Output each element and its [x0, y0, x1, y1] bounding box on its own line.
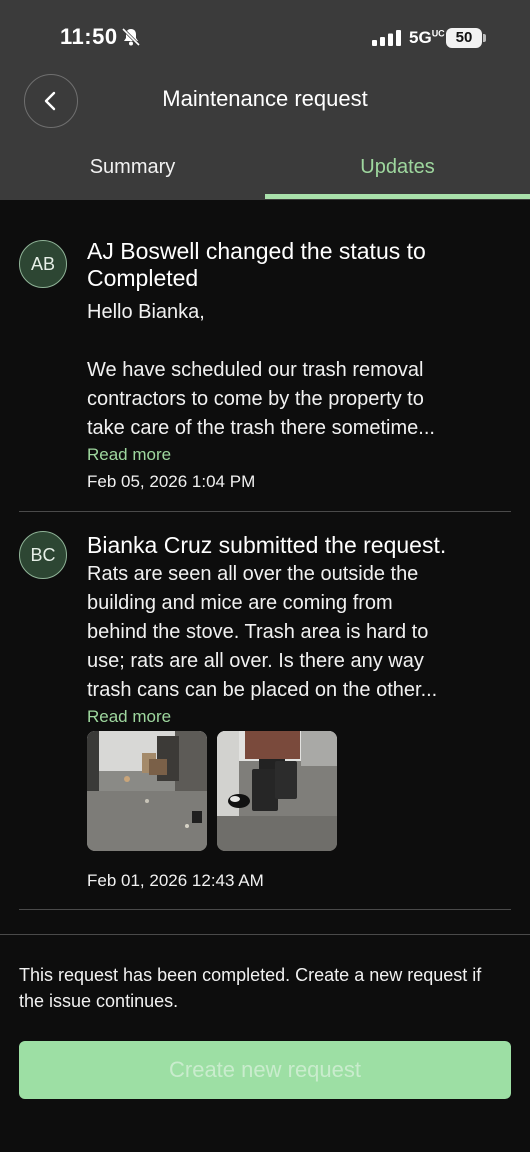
battery-tip	[483, 34, 486, 42]
create-new-request-button[interactable]: Create new request	[19, 1041, 511, 1099]
battery-level: 50	[455, 29, 473, 46]
read-more-link[interactable]: Read more	[87, 445, 171, 465]
status-time: 11:50	[60, 24, 118, 49]
avatar: AB	[19, 240, 67, 288]
active-tab-indicator	[265, 194, 530, 199]
read-more-link[interactable]: Read more	[87, 707, 171, 727]
update-body-line: We have scheduled our trash removal	[87, 359, 424, 381]
update-body-line: Rats are seen all over the outside the	[87, 563, 419, 585]
status-bar: 11:50 5GUC 50	[0, 0, 530, 76]
update-body-line: building and mice are coming from	[87, 592, 393, 614]
battery-icon: 50	[446, 28, 482, 48]
tab-summary[interactable]: Summary	[0, 156, 265, 179]
tab-updates[interactable]: Updates	[265, 156, 530, 179]
update-body-line: use; rats are all over. Is there any way	[87, 650, 424, 672]
trash-photo-image	[87, 731, 207, 851]
bell-slash-icon	[121, 27, 141, 47]
update-body: Hello Bianka, We have scheduled our tras…	[87, 298, 512, 443]
update-body-line: trash cans can be placed on the other...	[87, 679, 438, 701]
update-body-line: take care of the trash there sometime...	[87, 417, 435, 439]
update-body-line	[87, 327, 512, 356]
update-body-line: behind the stove. Trash area is hard to	[87, 621, 429, 643]
update-body-line: contractors to come by the property to	[87, 388, 424, 410]
update-title: Bianka Cruz submitted the request.	[87, 532, 447, 558]
network-label: 5GUC	[409, 28, 445, 47]
update-title: AJ Boswell changed the status to Complet…	[87, 238, 426, 291]
attachment-photo[interactable]	[87, 731, 207, 851]
update-date: Feb 05, 2026 1:04 PM	[87, 472, 256, 491]
avatar: BC	[19, 531, 67, 579]
update-date: Feb 01, 2026 12:43 AM	[87, 871, 264, 890]
page-title: Maintenance request	[162, 86, 368, 111]
completion-message: This request has been completed. Create …	[19, 965, 482, 1011]
update-body: Rats are seen all over the outside the b…	[87, 560, 512, 705]
divider	[19, 511, 511, 512]
footer-divider	[0, 934, 530, 935]
header-area: 11:50 5GUC 50 Maintenance request Summar…	[0, 0, 530, 200]
attachment-photo[interactable]	[217, 731, 337, 851]
trash-photo-image	[217, 731, 337, 851]
signal-icon	[372, 30, 401, 46]
divider	[19, 909, 511, 910]
update-body-line: Hello Bianka,	[87, 301, 205, 323]
